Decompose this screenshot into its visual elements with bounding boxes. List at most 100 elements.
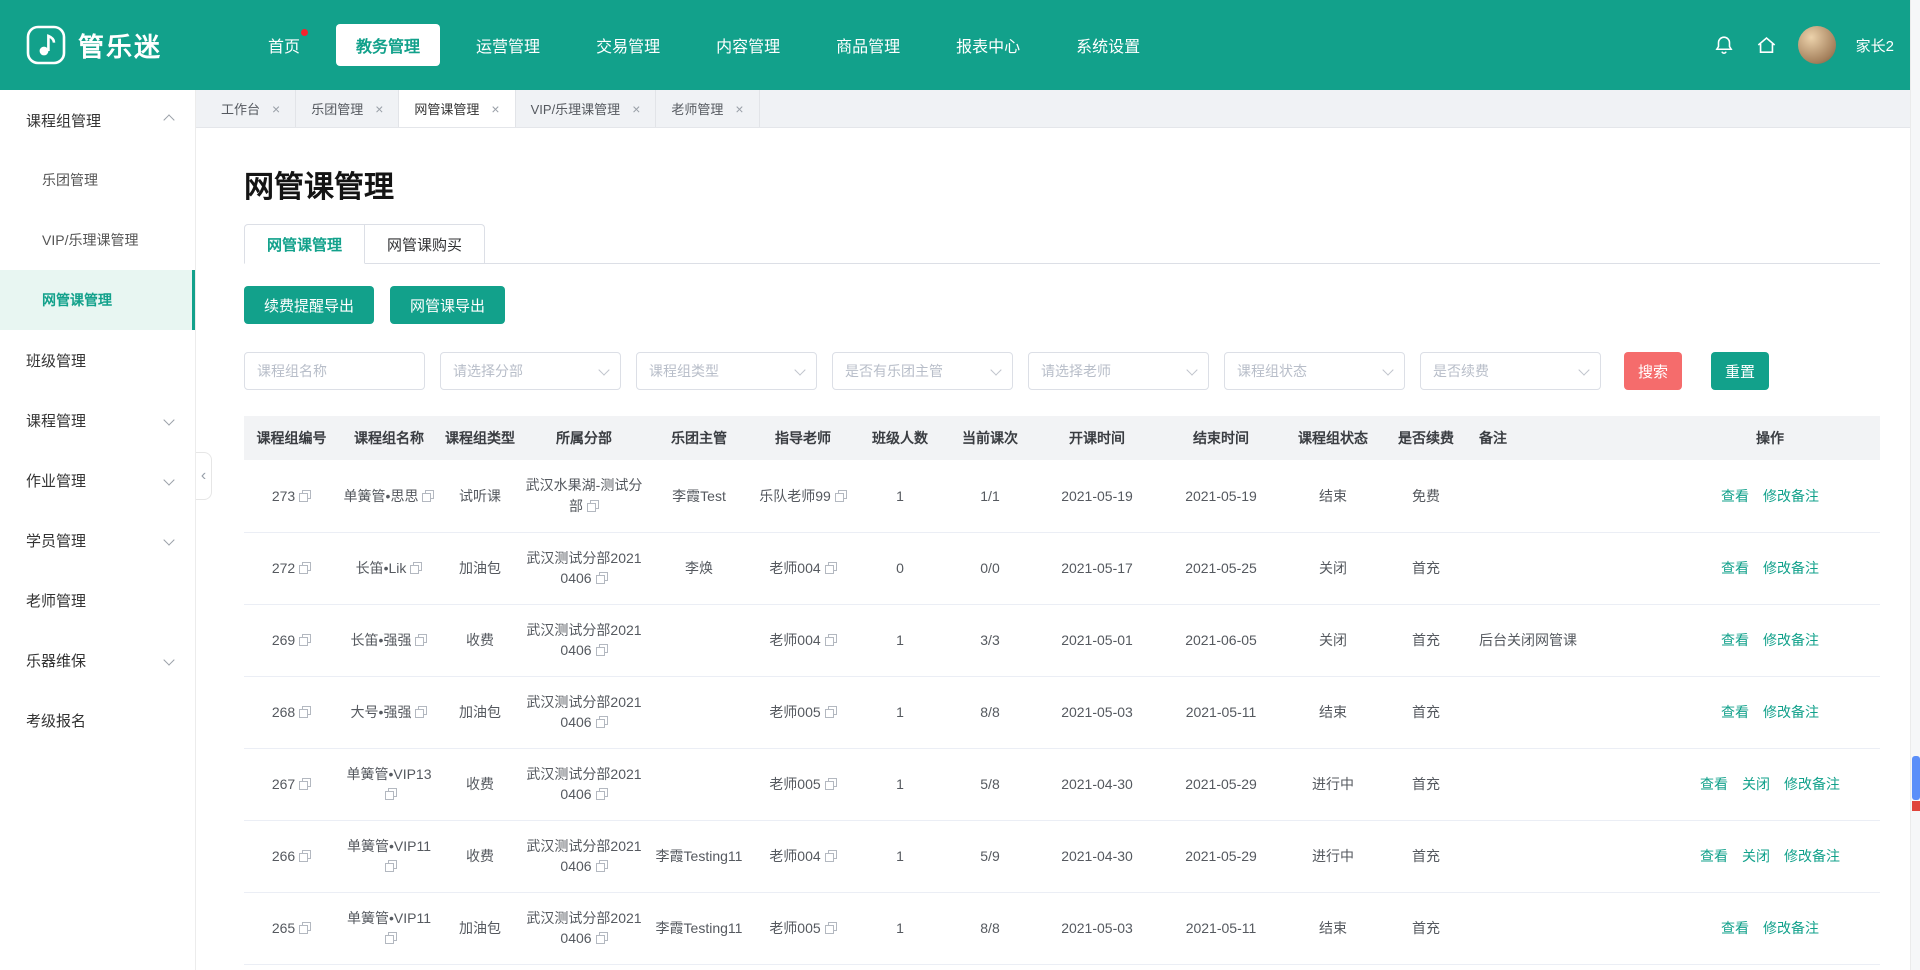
top-nav-item[interactable]: 内容管理: [696, 24, 800, 66]
action-link[interactable]: 修改备注: [1784, 846, 1840, 866]
cell-id: 269: [244, 604, 339, 676]
copy-icon[interactable]: [596, 788, 608, 800]
action-link[interactable]: 修改备注: [1763, 702, 1819, 722]
home-icon[interactable]: [1755, 34, 1778, 57]
sidebar-item[interactable]: 班级管理: [0, 330, 195, 390]
top-nav-item[interactable]: 首页: [248, 24, 320, 66]
top-nav-item[interactable]: 教务管理: [336, 24, 440, 66]
sidebar-item[interactable]: 作业管理: [0, 450, 195, 510]
sidebar-item[interactable]: 学员管理: [0, 510, 195, 570]
copy-icon[interactable]: [596, 644, 608, 656]
vertical-scrollbar[interactable]: [1910, 0, 1920, 970]
sidebar-item[interactable]: 网管课管理: [0, 270, 195, 330]
action-link[interactable]: 查看: [1721, 558, 1749, 578]
filter-select[interactable]: 课程组状态: [1224, 352, 1405, 390]
copy-icon[interactable]: [299, 922, 311, 934]
action-link[interactable]: 修改备注: [1763, 486, 1819, 506]
copy-icon[interactable]: [385, 932, 397, 944]
copy-icon[interactable]: [385, 788, 397, 800]
copy-icon[interactable]: [596, 932, 608, 944]
sidebar-item[interactable]: 乐器维保: [0, 630, 195, 690]
action-link[interactable]: 查看: [1700, 846, 1728, 866]
sidebar-item[interactable]: 课程组管理: [0, 90, 195, 150]
action-link[interactable]: 查看: [1721, 702, 1749, 722]
username[interactable]: 家长2: [1856, 35, 1894, 56]
copy-icon[interactable]: [596, 860, 608, 872]
copy-icon[interactable]: [299, 562, 311, 574]
top-nav-item[interactable]: 系统设置: [1056, 24, 1160, 66]
sidebar-item[interactable]: 考级报名: [0, 690, 195, 750]
sidebar-item[interactable]: 乐团管理: [0, 150, 195, 210]
sidebar-item[interactable]: 课程管理: [0, 390, 195, 450]
top-nav-item[interactable]: 运营管理: [456, 24, 560, 66]
action-link[interactable]: 修改备注: [1763, 630, 1819, 650]
action-link[interactable]: 查看: [1721, 486, 1749, 506]
copy-icon[interactable]: [299, 634, 311, 646]
action-link[interactable]: 查看: [1721, 630, 1749, 650]
copy-icon[interactable]: [596, 716, 608, 728]
close-icon[interactable]: ×: [272, 101, 280, 117]
open-tab[interactable]: VIP/乐理课管理×: [516, 90, 657, 127]
filter-input[interactable]: [244, 352, 425, 390]
copy-icon[interactable]: [299, 850, 311, 862]
action-link[interactable]: 修改备注: [1763, 558, 1819, 578]
copy-icon[interactable]: [825, 634, 837, 646]
copy-icon[interactable]: [825, 922, 837, 934]
action-link[interactable]: 关闭: [1742, 846, 1770, 866]
copy-icon[interactable]: [299, 706, 311, 718]
close-icon[interactable]: ×: [632, 101, 640, 117]
search-button[interactable]: 搜索: [1624, 352, 1682, 390]
filter-select[interactable]: 是否有乐团主管: [832, 352, 1013, 390]
copy-icon[interactable]: [299, 778, 311, 790]
copy-icon[interactable]: [422, 490, 434, 502]
cell-text: 8/8: [980, 704, 999, 720]
user-avatar[interactable]: [1798, 26, 1836, 64]
filter-select[interactable]: 是否续费: [1420, 352, 1601, 390]
top-nav-item-label: 交易管理: [596, 39, 660, 56]
close-icon[interactable]: ×: [735, 101, 743, 117]
notification-bell-icon[interactable]: [1713, 33, 1735, 57]
top-nav-item[interactable]: 报表中心: [936, 24, 1040, 66]
cell-text: 2021-05-25: [1185, 560, 1257, 576]
copy-icon[interactable]: [825, 562, 837, 574]
copy-icon[interactable]: [835, 490, 847, 502]
open-tab[interactable]: 工作台×: [206, 90, 296, 127]
copy-icon[interactable]: [825, 706, 837, 718]
filter-select[interactable]: 请选择老师: [1028, 352, 1209, 390]
copy-icon[interactable]: [410, 562, 422, 574]
open-tab[interactable]: 网管课管理×: [399, 90, 515, 127]
table-row: 273单簧管•思思试听课武汉水果湖-测试分部李霞Test乐队老师9911/120…: [244, 460, 1880, 532]
scrollbar-thumb[interactable]: [1912, 756, 1920, 800]
copy-icon[interactable]: [385, 860, 397, 872]
open-tab[interactable]: 乐团管理×: [296, 90, 399, 127]
sidebar-item[interactable]: 老师管理: [0, 570, 195, 630]
filter-select[interactable]: 课程组类型: [636, 352, 817, 390]
close-icon[interactable]: ×: [491, 101, 499, 117]
export-button[interactable]: 续费提醒导出: [244, 286, 374, 324]
copy-icon[interactable]: [415, 634, 427, 646]
action-link[interactable]: 关闭: [1742, 774, 1770, 794]
close-icon[interactable]: ×: [375, 101, 383, 117]
copy-icon[interactable]: [825, 778, 837, 790]
open-tab[interactable]: 老师管理×: [656, 90, 759, 127]
content-tab[interactable]: 网管课购买: [365, 224, 485, 264]
copy-icon[interactable]: [299, 490, 311, 502]
brand[interactable]: 管乐迷: [26, 25, 162, 65]
action-link[interactable]: 修改备注: [1763, 918, 1819, 938]
sidebar-collapse-handle[interactable]: ‹: [196, 452, 212, 500]
action-link[interactable]: 查看: [1700, 774, 1728, 794]
copy-icon[interactable]: [596, 572, 608, 584]
export-button[interactable]: 网管课导出: [390, 286, 505, 324]
copy-icon[interactable]: [415, 706, 427, 718]
copy-icon[interactable]: [825, 850, 837, 862]
action-link[interactable]: 修改备注: [1784, 774, 1840, 794]
content-tab[interactable]: 网管课管理: [244, 224, 365, 264]
copy-icon[interactable]: [587, 500, 599, 512]
filter-select[interactable]: 请选择分部: [440, 352, 621, 390]
sidebar-item[interactable]: VIP/乐理课管理: [0, 210, 195, 270]
action-link[interactable]: 查看: [1721, 918, 1749, 938]
filter-bar: 请选择分部课程组类型是否有乐团主管请选择老师课程组状态是否续费搜索重置: [244, 352, 1880, 390]
top-nav-item[interactable]: 商品管理: [816, 24, 920, 66]
top-nav-item[interactable]: 交易管理: [576, 24, 680, 66]
reset-button[interactable]: 重置: [1711, 352, 1769, 390]
